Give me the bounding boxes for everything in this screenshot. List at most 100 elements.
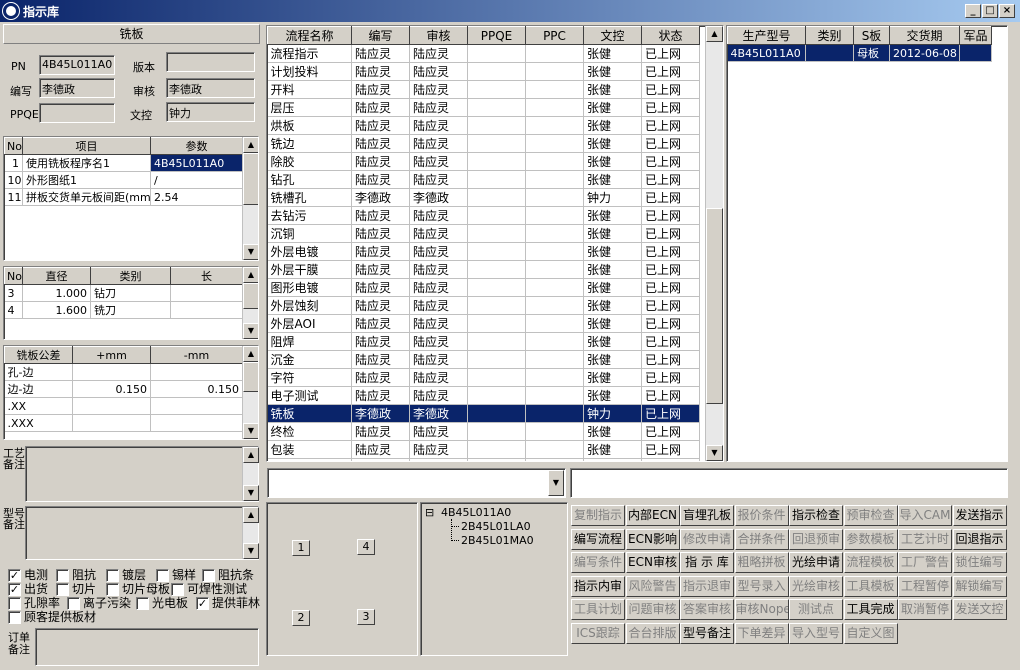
- operation-button[interactable]: 型号备注: [680, 622, 734, 644]
- note-scrollbar[interactable]: ▲ ▼: [242, 447, 259, 501]
- operation-button[interactable]: 光绘审核: [789, 575, 843, 597]
- close-button[interactable]: ×: [999, 4, 1015, 18]
- table-row[interactable]: 4 1.600 铣刀: [4, 301, 243, 319]
- minimize-button[interactable]: _: [965, 4, 981, 18]
- flow-row[interactable]: 烘板 陆应灵 陆应灵 张健 已上网: [267, 116, 700, 135]
- col-no[interactable]: No: [4, 267, 23, 285]
- flow-row[interactable]: 外层干膜 陆应灵 陆应灵 张健 已上网: [267, 260, 700, 279]
- scroll-down-icon[interactable]: ▼: [243, 244, 258, 260]
- doc-field[interactable]: 钟力: [166, 102, 255, 122]
- table-row[interactable]: 3 1.000 钻刀: [4, 284, 243, 302]
- operation-button[interactable]: 工具模板: [843, 575, 898, 597]
- message-field[interactable]: [570, 468, 1008, 498]
- checkmark-icon[interactable]: ✓: [196, 597, 209, 610]
- col-no[interactable]: No: [4, 137, 23, 155]
- flow-row[interactable]: 开料 陆应灵 陆应灵 张健 已上网: [267, 80, 700, 99]
- ppqe-field[interactable]: [39, 103, 115, 123]
- checkbox-icon[interactable]: [136, 597, 149, 610]
- operation-button[interactable]: 下单差异: [734, 622, 789, 644]
- table-row[interactable]: 11 拼板交货单元板间距(mm 2.54: [4, 188, 243, 206]
- operation-button[interactable]: 风险警告: [625, 575, 680, 597]
- tolerance-scrollbar[interactable]: ▲ ▼: [242, 346, 258, 439]
- operation-button[interactable]: 问题审核: [625, 599, 680, 620]
- operation-button[interactable]: 答案审核: [680, 599, 734, 620]
- operation-button[interactable]: 型号录入: [734, 575, 789, 597]
- number-button-4[interactable]: 4: [357, 539, 375, 555]
- operation-button[interactable]: 锁住编写: [952, 552, 1007, 573]
- flow-row[interactable]: 电子测试 陆应灵 陆应灵 张健 已上网: [267, 386, 700, 405]
- cell-minus[interactable]: 0.150: [150, 380, 243, 398]
- col-tolerance[interactable]: 铣板公差: [4, 346, 73, 364]
- operation-button[interactable]: 编写条件: [571, 552, 625, 573]
- params-scrollbar[interactable]: ▲ ▼: [242, 137, 258, 260]
- flow-column-header[interactable]: 文控: [583, 26, 642, 45]
- operation-button[interactable]: 复制指示: [571, 505, 625, 526]
- operation-button[interactable]: 发送指示: [952, 505, 1007, 526]
- version-field[interactable]: [166, 52, 255, 72]
- operation-button[interactable]: 内部ECN: [625, 505, 680, 526]
- number-button-2[interactable]: 2: [292, 610, 310, 626]
- operation-button[interactable]: 导入型号: [789, 622, 843, 644]
- product-column-header[interactable]: S板: [853, 26, 890, 45]
- operation-button[interactable]: 发送文控: [952, 599, 1007, 620]
- operation-button[interactable]: 指 示 库: [680, 552, 734, 573]
- operation-button[interactable]: 修改申请: [680, 528, 734, 550]
- operation-button[interactable]: 审核Nope: [734, 599, 789, 620]
- scroll-down-icon[interactable]: ▼: [243, 543, 259, 559]
- flow-row[interactable]: 流程指示 陆应灵 陆应灵 张健 已上网: [267, 44, 700, 63]
- tree-toggle-icon[interactable]: ⊟: [425, 506, 434, 519]
- operation-button[interactable]: 合拼条件: [734, 528, 789, 550]
- filter-combo[interactable]: ▼: [267, 468, 566, 498]
- flow-column-header[interactable]: 状态: [641, 26, 700, 45]
- col-length[interactable]: 长: [170, 267, 243, 285]
- pn-field[interactable]: 4B45L011A0: [39, 55, 115, 75]
- product-column-header[interactable]: 类别: [805, 26, 854, 45]
- operation-button[interactable]: 指示检查: [789, 505, 843, 526]
- col-param[interactable]: 参数: [150, 137, 243, 155]
- scroll-up-icon[interactable]: ▲: [243, 447, 259, 463]
- flow-row[interactable]: 除胶 陆应灵 陆应灵 张健 已上网: [267, 152, 700, 171]
- option-checkbox[interactable]: ✓ 提供菲林: [196, 594, 260, 611]
- flow-row[interactable]: 阻焊 陆应灵 陆应灵 张健 已上网: [267, 332, 700, 351]
- product-row[interactable]: 4B45L011A0 母板 2012-06-08: [727, 44, 992, 62]
- operation-button[interactable]: 合台排版: [625, 622, 680, 644]
- flow-column-header[interactable]: 编写: [351, 26, 410, 45]
- col-diameter[interactable]: 直径: [22, 267, 91, 285]
- flow-row[interactable]: 铣边 陆应灵 陆应灵 张健 已上网: [267, 134, 700, 153]
- writer-field[interactable]: 李德政: [39, 78, 115, 98]
- number-button-3[interactable]: 3: [357, 609, 375, 625]
- scroll-up-icon[interactable]: ▲: [243, 267, 258, 283]
- cell-plus[interactable]: [72, 363, 151, 381]
- maximize-button[interactable]: □: [982, 4, 998, 18]
- col-plus[interactable]: +mm: [72, 346, 151, 364]
- flow-row[interactable]: 钻孔 陆应灵 陆应灵 张健 已上网: [267, 170, 700, 189]
- flow-row[interactable]: 计划投料 陆应灵 陆应灵 张健 已上网: [267, 62, 700, 81]
- operation-button[interactable]: 测试点: [789, 599, 843, 620]
- scroll-thumb[interactable]: [243, 283, 258, 309]
- operation-button[interactable]: 取消暂停: [898, 599, 952, 620]
- cell-plus[interactable]: [72, 414, 151, 432]
- note-scrollbar[interactable]: ▲ ▼: [242, 507, 259, 559]
- option-checkbox[interactable]: 光电板: [136, 594, 188, 611]
- col-minus[interactable]: -mm: [150, 346, 243, 364]
- cell-param[interactable]: /: [150, 171, 243, 189]
- scroll-down-icon[interactable]: ▼: [243, 485, 259, 501]
- flow-row[interactable]: 外层AOI 陆应灵 陆应灵 张健 已上网: [267, 314, 700, 333]
- operation-button[interactable]: 指示退审: [680, 575, 734, 597]
- operation-button[interactable]: 光绘申请: [789, 552, 843, 573]
- flow-row[interactable]: 包装 陆应灵 陆应灵 张健 已上网: [267, 440, 700, 459]
- operation-button[interactable]: ICS跟踪: [571, 622, 625, 644]
- scroll-thumb[interactable]: [243, 153, 258, 205]
- operation-button[interactable]: 自定义图: [843, 622, 898, 644]
- scroll-up-icon[interactable]: ▲: [243, 346, 258, 362]
- operation-button[interactable]: 粗略拼板: [734, 552, 789, 573]
- col-item[interactable]: 项目: [22, 137, 151, 155]
- operation-button[interactable]: 工具完成: [843, 599, 898, 620]
- operation-button[interactable]: 工艺计时: [898, 528, 952, 550]
- flow-column-header[interactable]: 流程名称: [267, 26, 352, 45]
- flow-row[interactable]: 终检 陆应灵 陆应灵 张健 已上网: [267, 422, 700, 441]
- tree-child[interactable]: 2B45L01MA0: [461, 534, 534, 547]
- process-note-field[interactable]: ▲ ▼: [25, 446, 259, 502]
- operation-button[interactable]: 工厂警告: [898, 552, 952, 573]
- order-note-field[interactable]: [35, 628, 259, 666]
